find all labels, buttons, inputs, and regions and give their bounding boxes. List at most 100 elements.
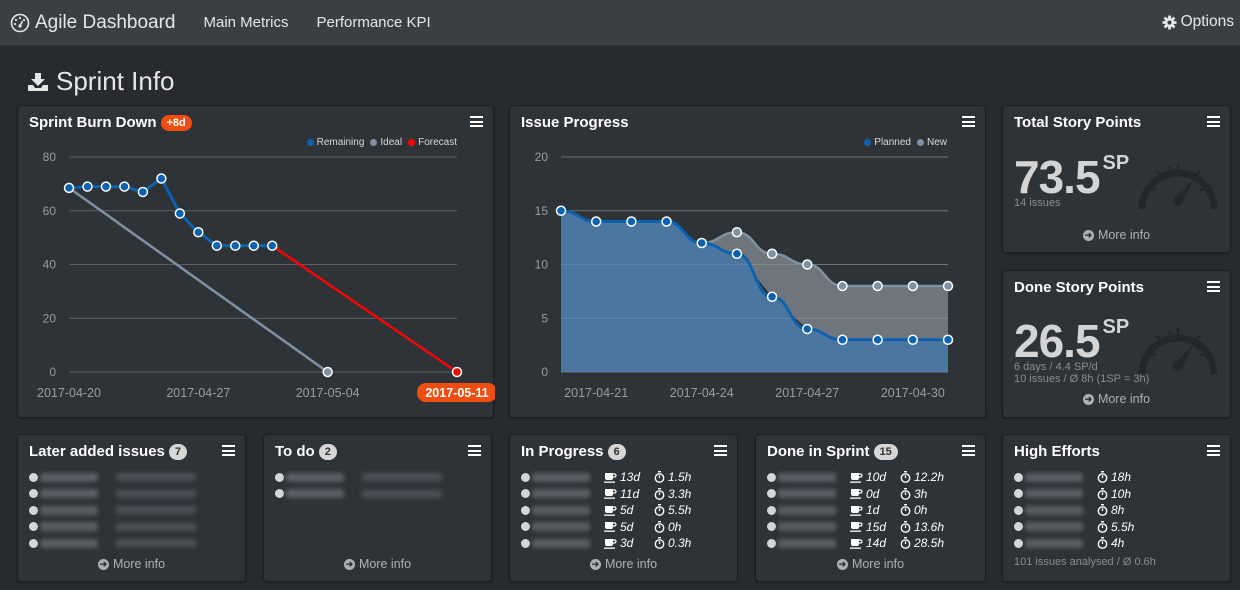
data-point-remaining[interactable] [266, 240, 278, 251]
data-point-ideal[interactable] [322, 366, 333, 378]
options-button[interactable]: Options [1162, 13, 1234, 31]
data-point-remaining[interactable] [193, 227, 204, 238]
high-efforts-menu-icon[interactable] [1207, 445, 1220, 456]
redacted-issue-key [40, 489, 98, 499]
later-added-count-badge: 7 [168, 443, 188, 460]
data-point-planned[interactable] [766, 291, 778, 302]
todo-more-info-link[interactable]: ➜ More info [264, 557, 491, 571]
bullet-icon [1014, 472, 1023, 482]
in-progress-more-info-link[interactable]: ➜ More info [510, 557, 737, 571]
high-efforts-summary: 101 issues analysed / Ø 0.6h [1014, 556, 1156, 568]
top-navbar: Agile Dashboard Main Metrics Performance… [0, 0, 1240, 46]
in-progress-menu-icon[interactable] [714, 445, 727, 456]
in-progress-list: 13d 1.5h 11d 3.3h 5d 5.5h 5d 0h 3d 0.3h [521, 469, 691, 552]
redacted-issue-summary [362, 473, 442, 482]
high-efforts-panel: High Efforts 18h 10h 8h 5.5h 4h 101 issues a… [1002, 434, 1231, 582]
coffee-cup-icon [850, 505, 863, 516]
data-point-planned[interactable] [837, 334, 848, 345]
list-item[interactable]: 8h [1014, 502, 1134, 519]
data-point-planned[interactable] [802, 323, 813, 335]
brand-link[interactable]: Agile Dashboard [10, 12, 175, 34]
done-story-points-panel: Done Story Points 26.5 SP 6 days / 4.4 SP… [1002, 270, 1231, 418]
list-item[interactable] [29, 486, 196, 503]
list-item[interactable]: 13d 1.5h [521, 469, 691, 486]
stopwatch-icon [654, 471, 665, 484]
logged-hours: 5.5h [654, 503, 691, 517]
list-item[interactable] [275, 486, 442, 503]
y-tick-label: 20 [43, 311, 57, 325]
done-sp-rate: 6 days / 4.4 SP/d [1014, 361, 1098, 373]
total-sp-menu-icon[interactable] [1207, 116, 1220, 127]
download-tray-icon [28, 72, 48, 91]
list-item[interactable]: 5.5h [1014, 519, 1134, 536]
data-point-remaining[interactable] [156, 173, 167, 184]
list-item[interactable]: 1d 0h [767, 502, 944, 519]
list-item[interactable]: 18h [1014, 469, 1134, 486]
list-item[interactable]: 3d 0.3h [521, 535, 691, 552]
list-item[interactable]: 10h [1014, 486, 1134, 503]
done-sp-more-info-link[interactable]: ➜ More info [1003, 392, 1230, 406]
data-point-planned[interactable] [590, 216, 602, 227]
later-added-more-info-link[interactable]: ➜ More info [18, 557, 245, 571]
data-point-remaining[interactable] [137, 186, 149, 198]
done-sp-menu-icon[interactable] [1207, 281, 1220, 292]
age-days: 14d [850, 536, 900, 550]
nav-performance-kpi[interactable]: Performance KPI [317, 14, 431, 31]
data-point-new[interactable] [766, 248, 778, 259]
done-in-sprint-more-info-link[interactable]: ➜ More info [756, 557, 985, 571]
x-tick-label: 2017-04-30 [881, 386, 945, 400]
data-point-planned[interactable] [696, 237, 707, 249]
data-point-remaining[interactable] [100, 181, 112, 192]
data-point-remaining[interactable] [82, 181, 93, 192]
list-item[interactable] [275, 469, 442, 486]
list-item[interactable] [29, 535, 196, 552]
list-item[interactable]: 10d 12.2h [767, 469, 944, 486]
data-point-remaining[interactable] [248, 240, 260, 251]
list-item[interactable]: 5d 5.5h [521, 502, 691, 519]
done-in-sprint-menu-icon[interactable] [962, 445, 975, 456]
stopwatch-icon [1097, 471, 1108, 484]
data-point-planned[interactable] [872, 334, 883, 345]
later-added-menu-icon[interactable] [222, 445, 235, 456]
data-point-remaining[interactable] [230, 240, 241, 251]
data-point-planned[interactable] [661, 216, 672, 227]
data-point-remaining[interactable] [119, 181, 130, 192]
redacted-issue-key [532, 472, 590, 482]
data-point-remaining[interactable] [63, 182, 75, 194]
total-sp-more-info-link[interactable]: ➜ More info [1003, 228, 1230, 242]
list-item[interactable]: 5d 0h [521, 519, 691, 536]
nav-main-metrics[interactable]: Main Metrics [203, 14, 288, 31]
data-point-forecast[interactable] [451, 366, 463, 378]
total-sp-title: Total Story Points [1014, 114, 1142, 131]
list-item[interactable] [29, 469, 196, 486]
data-point-remaining[interactable] [211, 240, 223, 251]
list-item[interactable] [29, 502, 196, 519]
bullet-icon [767, 472, 776, 482]
data-point-planned[interactable] [731, 248, 743, 259]
redacted-issue-key [1025, 538, 1083, 548]
redacted-issue-summary [116, 489, 196, 498]
data-point-remaining[interactable] [174, 208, 186, 219]
data-point-new[interactable] [802, 259, 813, 270]
data-point-planned[interactable] [907, 334, 919, 345]
list-item[interactable] [29, 519, 196, 536]
todo-menu-icon[interactable] [468, 445, 481, 456]
data-point-new[interactable] [872, 280, 883, 292]
stopwatch-icon [654, 537, 665, 550]
later-added-issues-panel: Later added issues 7 ➜ More info [17, 434, 246, 582]
burndown-panel: Sprint Burn Down +8d Remaining Ideal Forec… [17, 105, 495, 418]
data-point-planned[interactable] [942, 334, 954, 345]
age-days: 1d [850, 503, 900, 517]
list-item[interactable]: 14d 28.5h [767, 535, 944, 552]
options-label: Options [1180, 13, 1234, 30]
data-point-new[interactable] [907, 280, 919, 292]
list-item[interactable]: 0d 3h [767, 486, 944, 503]
list-item[interactable]: 11d 3.3h [521, 486, 691, 503]
list-item[interactable]: 4h [1014, 535, 1134, 552]
data-point-new[interactable] [942, 280, 954, 292]
data-point-planned[interactable] [626, 216, 637, 227]
data-point-new[interactable] [837, 280, 848, 292]
data-point-planned[interactable] [555, 205, 567, 216]
list-item[interactable]: 15d 13.6h [767, 519, 944, 536]
data-point-new[interactable] [731, 227, 743, 238]
